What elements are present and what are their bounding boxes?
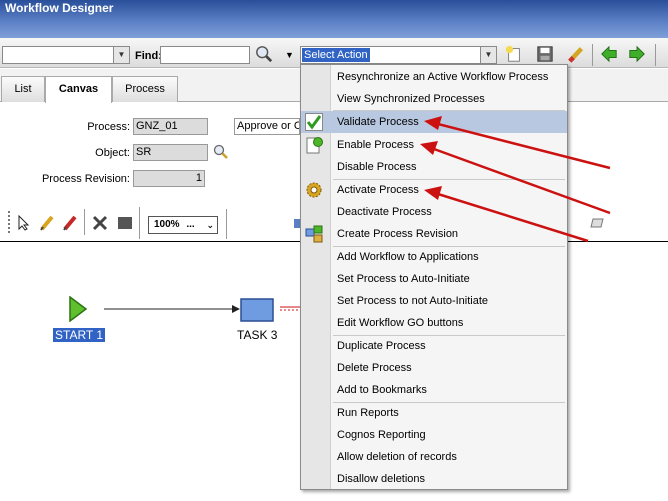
canvas-toolbar	[4, 207, 140, 239]
menu-item-label: Validate Process	[337, 116, 419, 128]
menu-item-label: Add to Bookmarks	[337, 384, 427, 396]
menu-item-view-synchronized[interactable]: View Synchronized Processes	[301, 88, 567, 110]
menu-item-label: Edit Workflow GO buttons	[337, 317, 464, 329]
menu-item-delete-process[interactable]: Delete Process	[301, 357, 567, 379]
menu-item-auto-initiate[interactable]: Set Process to Auto-Initiate	[301, 268, 567, 290]
start-node-label[interactable]: START 1	[53, 328, 106, 342]
menu-item-label: Run Reports	[337, 407, 399, 419]
menu-item-label: Cognos Reporting	[337, 429, 426, 441]
select-action-dropdown[interactable]: Select Action ▼	[300, 46, 497, 64]
search-icon[interactable]	[255, 45, 273, 63]
tab-list[interactable]: List	[1, 76, 45, 102]
tab-canvas[interactable]: Canvas	[45, 76, 112, 103]
window-title: Workflow Designer	[5, 1, 114, 15]
process-label: Process:	[87, 121, 130, 133]
menu-item-label: Duplicate Process	[337, 340, 426, 352]
delete-icon[interactable]	[92, 215, 108, 231]
toolbar-separator	[655, 44, 656, 66]
menu-item-not-auto-initiate[interactable]: Set Process to not Auto-Initiate	[301, 290, 567, 312]
menu-item-label: Set Process to Auto-Initiate	[337, 273, 470, 285]
tab-process[interactable]: Process	[112, 76, 178, 102]
start-node-icon[interactable]	[68, 296, 88, 322]
back-arrow-icon[interactable]	[600, 45, 618, 63]
menu-item-label: Create Process Revision	[337, 228, 459, 240]
menu-item-label: View Synchronized Processes	[337, 93, 485, 105]
menu-item-label: Resynchronize an Active Workflow Process	[337, 71, 549, 83]
tab-list-label: List	[14, 83, 32, 95]
tab-process-label: Process	[125, 83, 165, 95]
process-field[interactable]: GNZ_01	[133, 118, 208, 135]
menu-item-disable-process[interactable]: Disable Process	[301, 156, 567, 178]
menu-item-add-workflow[interactable]: Add Workflow to Applications	[301, 246, 567, 268]
menu-item-cognos-reporting[interactable]: Cognos Reporting	[301, 424, 567, 446]
zoom-value: 100%	[154, 219, 180, 230]
toolbar-grip	[8, 211, 10, 233]
find-input[interactable]	[160, 46, 250, 64]
object-search-icon[interactable]	[213, 144, 229, 160]
menu-item-activate-process[interactable]: Activate Process	[301, 179, 567, 201]
task-node-icon[interactable]	[240, 298, 274, 322]
red-pencil-icon[interactable]	[62, 215, 78, 231]
toolbar-separator	[592, 44, 593, 66]
menu-item-deactivate-process[interactable]: Deactivate Process	[301, 201, 567, 223]
menu-item-label: Enable Process	[337, 139, 415, 151]
chevron-down-icon: ▼	[480, 47, 496, 63]
zoom-dropdown[interactable]: 100% ... ⌄	[148, 216, 218, 234]
left-dropdown[interactable]: ▼	[2, 46, 130, 64]
task-node-label[interactable]: TASK 3	[237, 328, 277, 342]
chevron-down-icon: ▼	[113, 47, 129, 63]
zoom-more: ...	[186, 219, 195, 230]
menu-item-label: Add Workflow to Applications	[337, 251, 479, 263]
menu-item-run-reports[interactable]: Run Reports	[301, 402, 567, 424]
select-action-menu: Resynchronize an Active Workflow Process…	[300, 64, 568, 490]
chevron-down-icon: ⌄	[206, 220, 214, 230]
process-revision-field[interactable]: 1	[133, 170, 205, 187]
title-bar: Workflow Designer	[0, 0, 668, 38]
save-icon[interactable]	[536, 45, 554, 63]
description-field[interactable]: Approve or C	[234, 118, 300, 135]
menu-item-disallow-deletions[interactable]: Disallow deletions	[301, 468, 567, 490]
shape-icon[interactable]	[590, 218, 604, 228]
menu-item-add-to-bookmarks[interactable]: Add to Bookmarks	[301, 379, 567, 401]
toolbar-separator	[84, 209, 85, 235]
forward-arrow-icon[interactable]	[628, 45, 646, 63]
menu-item-allow-deletion[interactable]: Allow deletion of records	[301, 446, 567, 468]
revision-icon	[305, 225, 323, 243]
tab-canvas-label: Canvas	[58, 83, 99, 95]
menu-item-label: Deactivate Process	[337, 206, 432, 218]
menu-item-label: Delete Process	[337, 362, 412, 374]
object-field[interactable]: SR	[133, 144, 208, 161]
connector-line-red	[280, 306, 302, 311]
process-revision-label: Process Revision:	[41, 173, 130, 185]
toolbar-separator	[226, 209, 227, 239]
checkmark-icon	[305, 113, 323, 131]
menu-item-validate-process[interactable]: Validate Process	[301, 111, 567, 133]
enable-process-icon	[306, 137, 323, 154]
eraser-icon[interactable]	[567, 45, 585, 63]
menu-item-edit-go-buttons[interactable]: Edit Workflow GO buttons	[301, 312, 567, 334]
menu-item-label: Set Process to not Auto-Initiate	[337, 295, 489, 307]
search-options-chevron-icon[interactable]: ▼	[285, 50, 294, 60]
menu-item-duplicate-process[interactable]: Duplicate Process	[301, 335, 567, 357]
menu-item-label: Allow deletion of records	[337, 451, 457, 463]
menu-item-create-revision[interactable]: Create Process Revision	[301, 223, 567, 245]
find-label: Find:	[135, 50, 162, 62]
select-action-value: Select Action	[302, 48, 370, 62]
connector-line[interactable]	[104, 303, 240, 315]
pencil-icon[interactable]	[39, 215, 55, 231]
menu-item-label: Disable Process	[337, 161, 417, 173]
gear-icon	[306, 182, 322, 198]
new-icon[interactable]	[505, 45, 523, 63]
pointer-icon[interactable]	[16, 215, 32, 231]
menu-item-label: Activate Process	[337, 184, 419, 196]
object-label: Object:	[95, 147, 130, 159]
stop-icon[interactable]	[117, 215, 133, 231]
menu-item-resynchronize[interactable]: Resynchronize an Active Workflow Process	[301, 66, 567, 88]
menu-item-label: Disallow deletions	[337, 473, 426, 485]
menu-item-enable-process[interactable]: Enable Process	[301, 134, 567, 156]
